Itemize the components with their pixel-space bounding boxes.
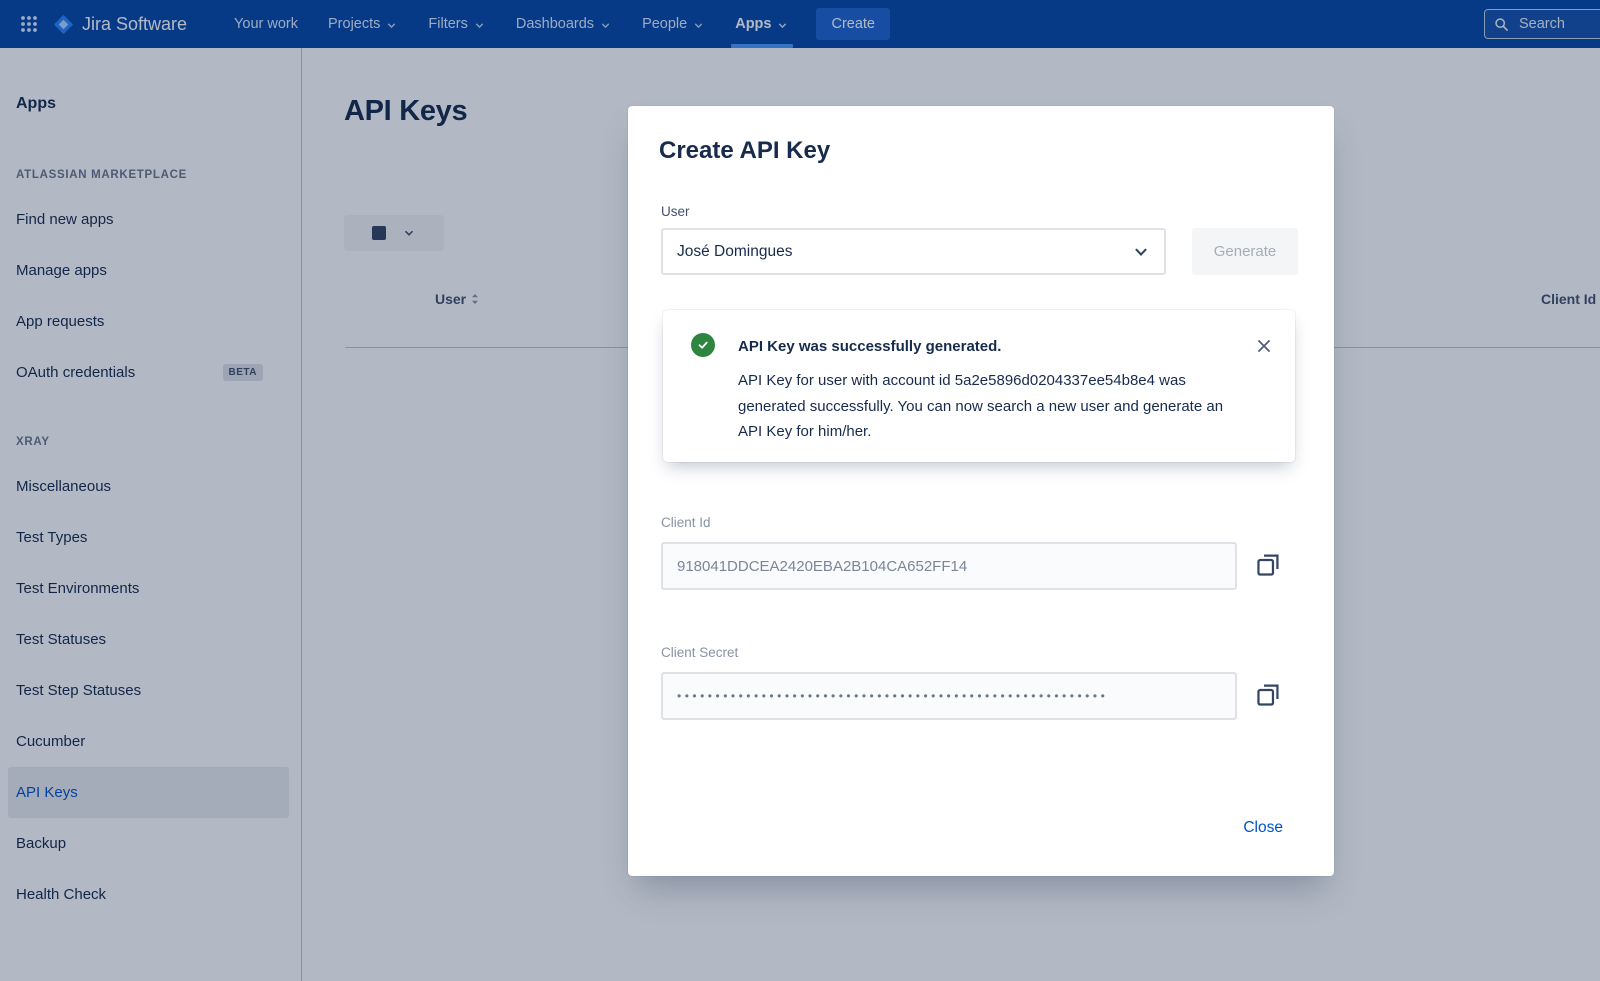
flag-body: API Key for user with account id 5a2e589… xyxy=(738,368,1238,445)
flag-close-icon[interactable] xyxy=(1253,335,1275,360)
copy-client-id-icon[interactable] xyxy=(1252,548,1285,584)
chevron-down-icon xyxy=(1132,243,1150,261)
generate-button[interactable]: Generate xyxy=(1192,228,1298,275)
client-secret-label: Client Secret xyxy=(661,645,738,660)
success-flag: API Key was successfully generated. API … xyxy=(663,310,1295,462)
close-button[interactable]: Close xyxy=(1237,818,1289,838)
copy-client-secret-icon[interactable] xyxy=(1252,678,1285,714)
modal-title: Create API Key xyxy=(659,137,830,165)
flag-title: API Key was successfully generated. xyxy=(738,338,1001,355)
create-api-key-modal: Create API Key User José Domingues Gener… xyxy=(628,106,1334,876)
user-field-label: User xyxy=(661,204,690,219)
client-id-label: Client Id xyxy=(661,515,711,530)
success-check-icon xyxy=(691,333,715,357)
user-select-value: José Domingues xyxy=(677,243,792,261)
client-secret-input[interactable] xyxy=(661,672,1237,720)
client-id-input[interactable] xyxy=(661,542,1237,590)
user-select[interactable]: José Domingues xyxy=(661,228,1166,275)
